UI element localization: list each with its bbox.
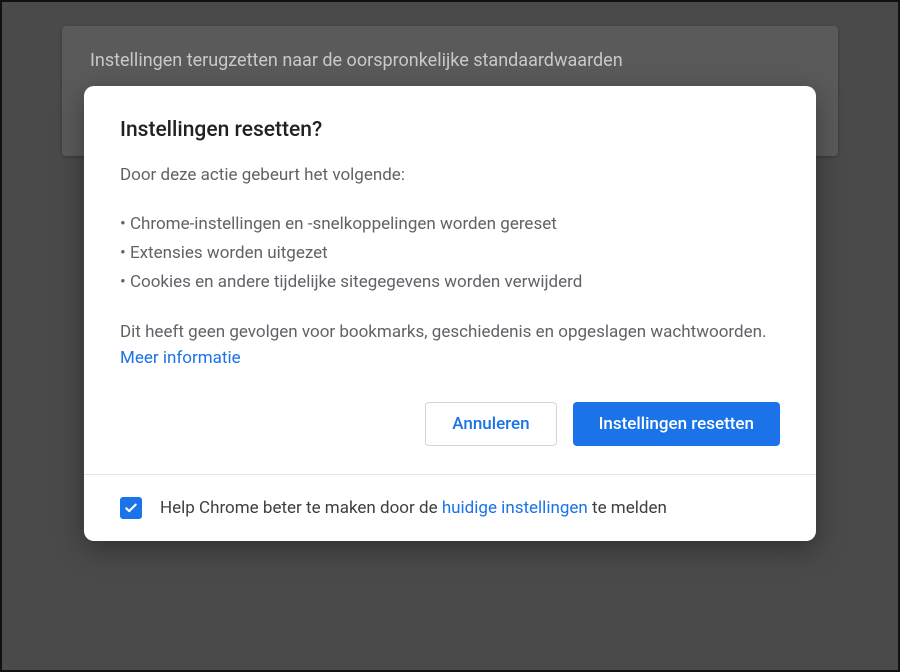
footer-text-pre: Help Chrome beter te maken door de (160, 498, 442, 518)
dialog-actions: Annuleren Instellingen resetten (120, 402, 780, 446)
dialog-title: Instellingen resetten? (120, 118, 780, 142)
reset-settings-button[interactable]: Instellingen resetten (573, 402, 780, 446)
report-settings-label: Help Chrome beter te maken door de huidi… (160, 498, 667, 518)
report-settings-checkbox[interactable] (120, 497, 142, 519)
list-item: Chrome-instellingen en -snelkoppelingen … (120, 210, 780, 239)
dialog-intro: Door deze actie gebeurt het volgende: (120, 162, 780, 188)
learn-more-link[interactable]: Meer informatie (120, 348, 241, 368)
list-item: Extensies worden uitgezet (120, 239, 780, 268)
current-settings-link[interactable]: huidige instellingen (442, 498, 588, 518)
dialog-note: Dit heeft geen gevolgen voor bookmarks, … (120, 319, 780, 372)
list-item: Cookies en andere tijdelijke sitegegeven… (120, 268, 780, 297)
dialog-body: Instellingen resetten? Door deze actie g… (84, 86, 816, 474)
dialog-bullet-list: Chrome-instellingen en -snelkoppelingen … (120, 210, 780, 297)
cancel-button[interactable]: Annuleren (425, 402, 556, 446)
dialog-footer: Help Chrome beter te maken door de huidi… (84, 474, 816, 541)
check-icon (123, 500, 139, 516)
reset-settings-dialog: Instellingen resetten? Door deze actie g… (84, 86, 816, 541)
footer-text-post: te melden (588, 498, 667, 518)
note-text: Dit heeft geen gevolgen voor bookmarks, … (120, 322, 766, 342)
settings-section-title: Instellingen terugzetten naar de oorspro… (90, 50, 810, 71)
